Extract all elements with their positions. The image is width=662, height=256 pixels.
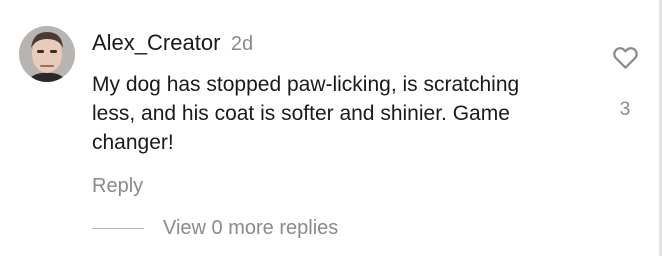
view-more-replies-label: View 0 more replies [163, 217, 339, 239]
comment-text: My dog has stopped paw-licking, is scrat… [92, 73, 520, 154]
heart-outline-icon [613, 47, 638, 69]
avatar[interactable] [19, 26, 75, 82]
reply-button[interactable]: Reply [92, 175, 143, 198]
comment-header: Alex_Creator 2d [92, 30, 253, 56]
replies-divider-line [92, 228, 144, 229]
view-more-replies-button[interactable]: View 0 more replies [92, 217, 338, 240]
like-count: 3 [619, 99, 631, 120]
username[interactable]: Alex_Creator [92, 30, 220, 55]
comment: Alex_Creator 2d My dog has stopped paw-l… [0, 0, 662, 256]
like-button[interactable] [610, 42, 641, 72]
avatar-image [19, 26, 75, 82]
timestamp: 2d [230, 33, 254, 55]
